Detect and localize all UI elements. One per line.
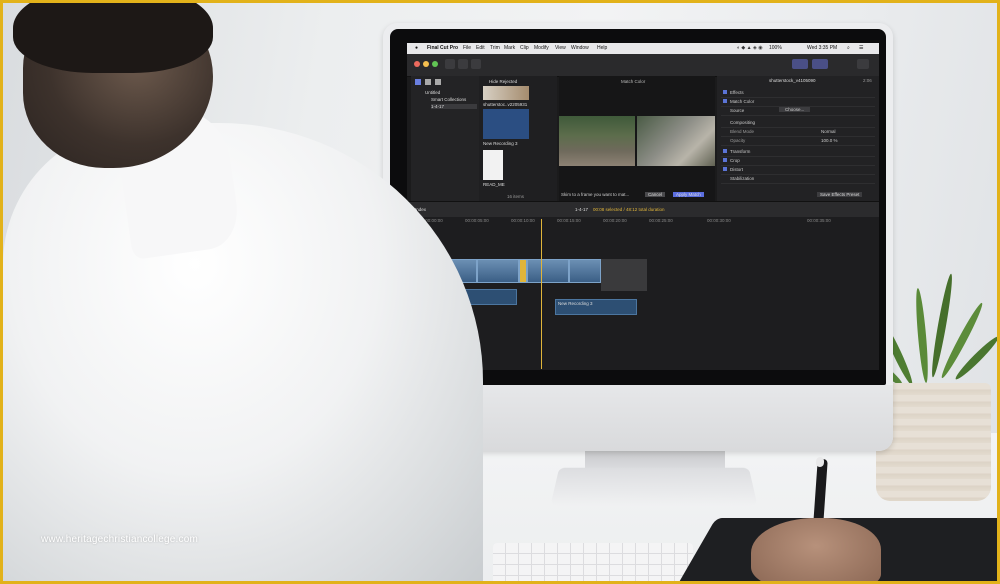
- browser-thumb-document[interactable]: [483, 150, 503, 180]
- ruler-tick: 00:00:05:00: [465, 218, 489, 223]
- plant-pot: [876, 383, 991, 501]
- browser-thumb-audio[interactable]: [483, 109, 529, 139]
- library-sidebar: Untitled Smart Collections 1-4-17: [411, 76, 479, 201]
- menu-window[interactable]: Window: [571, 45, 589, 51]
- viewer-title: Match Color: [621, 79, 646, 84]
- minimize-window-icon[interactable]: [423, 61, 429, 67]
- menu-modify[interactable]: Modify: [534, 45, 549, 51]
- inspector-row-opacity[interactable]: Opacity 100.0 %: [721, 136, 875, 146]
- menu-trim[interactable]: Trim: [490, 45, 500, 51]
- inspector-clip-name: shutterstock_v4105090: [769, 78, 816, 83]
- project-name: 1-4-17: [575, 207, 589, 212]
- background-tasks-icon[interactable]: [471, 59, 481, 69]
- selection-duration: 00:08 selected / 48:12 total duration: [593, 207, 665, 212]
- row-label: Distort: [730, 167, 744, 172]
- opacity-value[interactable]: 100.0 %: [821, 138, 838, 143]
- browser-filter[interactable]: Hide Rejected: [489, 79, 517, 84]
- audio-clip-label: New Recording 3: [558, 301, 593, 306]
- menu-app[interactable]: Final Cut Pro: [427, 45, 458, 51]
- ruler-tick: 00:00:25:00: [649, 218, 673, 223]
- choose-button[interactable]: Choose...: [779, 107, 811, 112]
- video-clip[interactable]: [569, 259, 601, 283]
- keyboard: [493, 543, 693, 581]
- match-color-prompt: Skim to a frame you want to mat...: [561, 192, 630, 197]
- video-clip[interactable]: [477, 259, 519, 283]
- row-label: Match Color: [730, 99, 755, 104]
- row-label: Crop: [730, 158, 740, 163]
- close-window-icon[interactable]: [414, 61, 420, 67]
- menu-view[interactable]: View: [555, 45, 566, 51]
- sidebar-item-smart-collections[interactable]: Smart Collections: [431, 97, 466, 102]
- photo-frame: ● Final Cut Pro File Edit Trim Mark Clip…: [3, 3, 997, 581]
- person-hair: [13, 3, 213, 73]
- row-label: Compositing: [730, 120, 756, 125]
- cancel-button[interactable]: Cancel: [645, 192, 666, 197]
- menu-clip[interactable]: Clip: [520, 45, 529, 51]
- inspector-row-source[interactable]: Source Choose...: [721, 106, 875, 116]
- browser-clip-label-3: READ_ME: [483, 182, 505, 187]
- row-label: Transform: [730, 149, 751, 154]
- menu-bar: ● Final Cut Pro File Edit Trim Mark Clip…: [407, 43, 879, 54]
- apply-match-button[interactable]: Apply Match: [673, 192, 704, 197]
- ruler-tick: 00:00:10:00: [511, 218, 535, 223]
- browser-clip-label-1: shutterstoc..v2205931: [483, 102, 528, 107]
- video-clip[interactable]: [519, 259, 527, 283]
- menu-mark[interactable]: Mark: [504, 45, 515, 51]
- menu-edit[interactable]: Edit: [476, 45, 485, 51]
- row-label: Stabilization: [730, 176, 755, 181]
- browser: Hide Rejected shutterstoc..v2205931 New …: [479, 76, 557, 201]
- hand: [751, 518, 881, 581]
- clock: Wed 3:35 PM: [807, 45, 838, 51]
- share-icon[interactable]: [857, 59, 869, 69]
- menu-file[interactable]: File: [463, 45, 471, 51]
- sidebar-item-untitled[interactable]: Untitled: [425, 90, 440, 95]
- status-icons: ◐ ◆ ▲ ◈ ◉: [737, 45, 763, 51]
- sidebar-item-event[interactable]: 1-4-17: [431, 104, 477, 109]
- browser-item-count: 16 items: [507, 194, 525, 199]
- browser-thumb-1[interactable]: [483, 86, 529, 100]
- zoom-window-icon[interactable]: [432, 61, 438, 67]
- video-clip[interactable]: [527, 259, 569, 283]
- search-icon[interactable]: ⌕: [847, 45, 850, 51]
- list-icon[interactable]: ☰: [859, 45, 863, 51]
- ruler-tick: 00:00:30:00: [707, 218, 731, 223]
- viewer: Match Color Skim to a frame you want to …: [559, 76, 715, 201]
- titles-icon[interactable]: [435, 79, 441, 85]
- gap-clip[interactable]: [601, 259, 647, 291]
- screen: ● Final Cut Pro File Edit Trim Mark Clip…: [407, 43, 879, 370]
- layout-icon[interactable]: [792, 59, 808, 69]
- row-label: Source: [730, 108, 745, 113]
- menu-help[interactable]: Help: [597, 45, 607, 51]
- timeline-toolbar: Index 1-4-17 00:08 selected / 48:12 tota…: [407, 201, 879, 218]
- row-label: Blend Mode: [730, 129, 755, 134]
- browser-clip-label-2: New Recording 3: [483, 141, 518, 146]
- playhead[interactable]: [541, 219, 542, 369]
- layout-icon-2[interactable]: [812, 59, 828, 69]
- keyword-icon[interactable]: [458, 59, 468, 69]
- inspector-timecode: 2:06: [863, 78, 872, 83]
- photos-icon[interactable]: [425, 79, 431, 85]
- inspector: shutterstock_v4105090 2:06 Effects Match…: [717, 76, 879, 201]
- viewer-frame-left[interactable]: [559, 116, 635, 166]
- row-label: Effects: [730, 90, 744, 95]
- row-label: Opacity: [730, 138, 746, 143]
- ruler-tick: 00:00:35:00: [807, 218, 831, 223]
- ruler-tick: 00:00:15:00: [557, 218, 581, 223]
- viewer-frame-right[interactable]: [637, 116, 715, 166]
- toolbar: [407, 54, 879, 77]
- audio-clip[interactable]: New Recording 3: [555, 299, 637, 315]
- blend-mode-select[interactable]: Normal: [821, 129, 836, 134]
- ruler-tick: 00:00:20:00: [603, 218, 627, 223]
- import-icon[interactable]: [445, 59, 455, 69]
- inspector-row-stabilization[interactable]: Stabilization: [721, 174, 875, 184]
- monitor-stand-base: [550, 467, 758, 506]
- apple-icon[interactable]: ●: [415, 45, 418, 51]
- battery-text: 100%: [769, 45, 782, 51]
- save-effects-preset-button[interactable]: Save Effects Preset: [817, 192, 863, 197]
- libraries-icon[interactable]: [415, 79, 421, 85]
- watermark: www.heritagechristiancollege.com: [41, 534, 199, 545]
